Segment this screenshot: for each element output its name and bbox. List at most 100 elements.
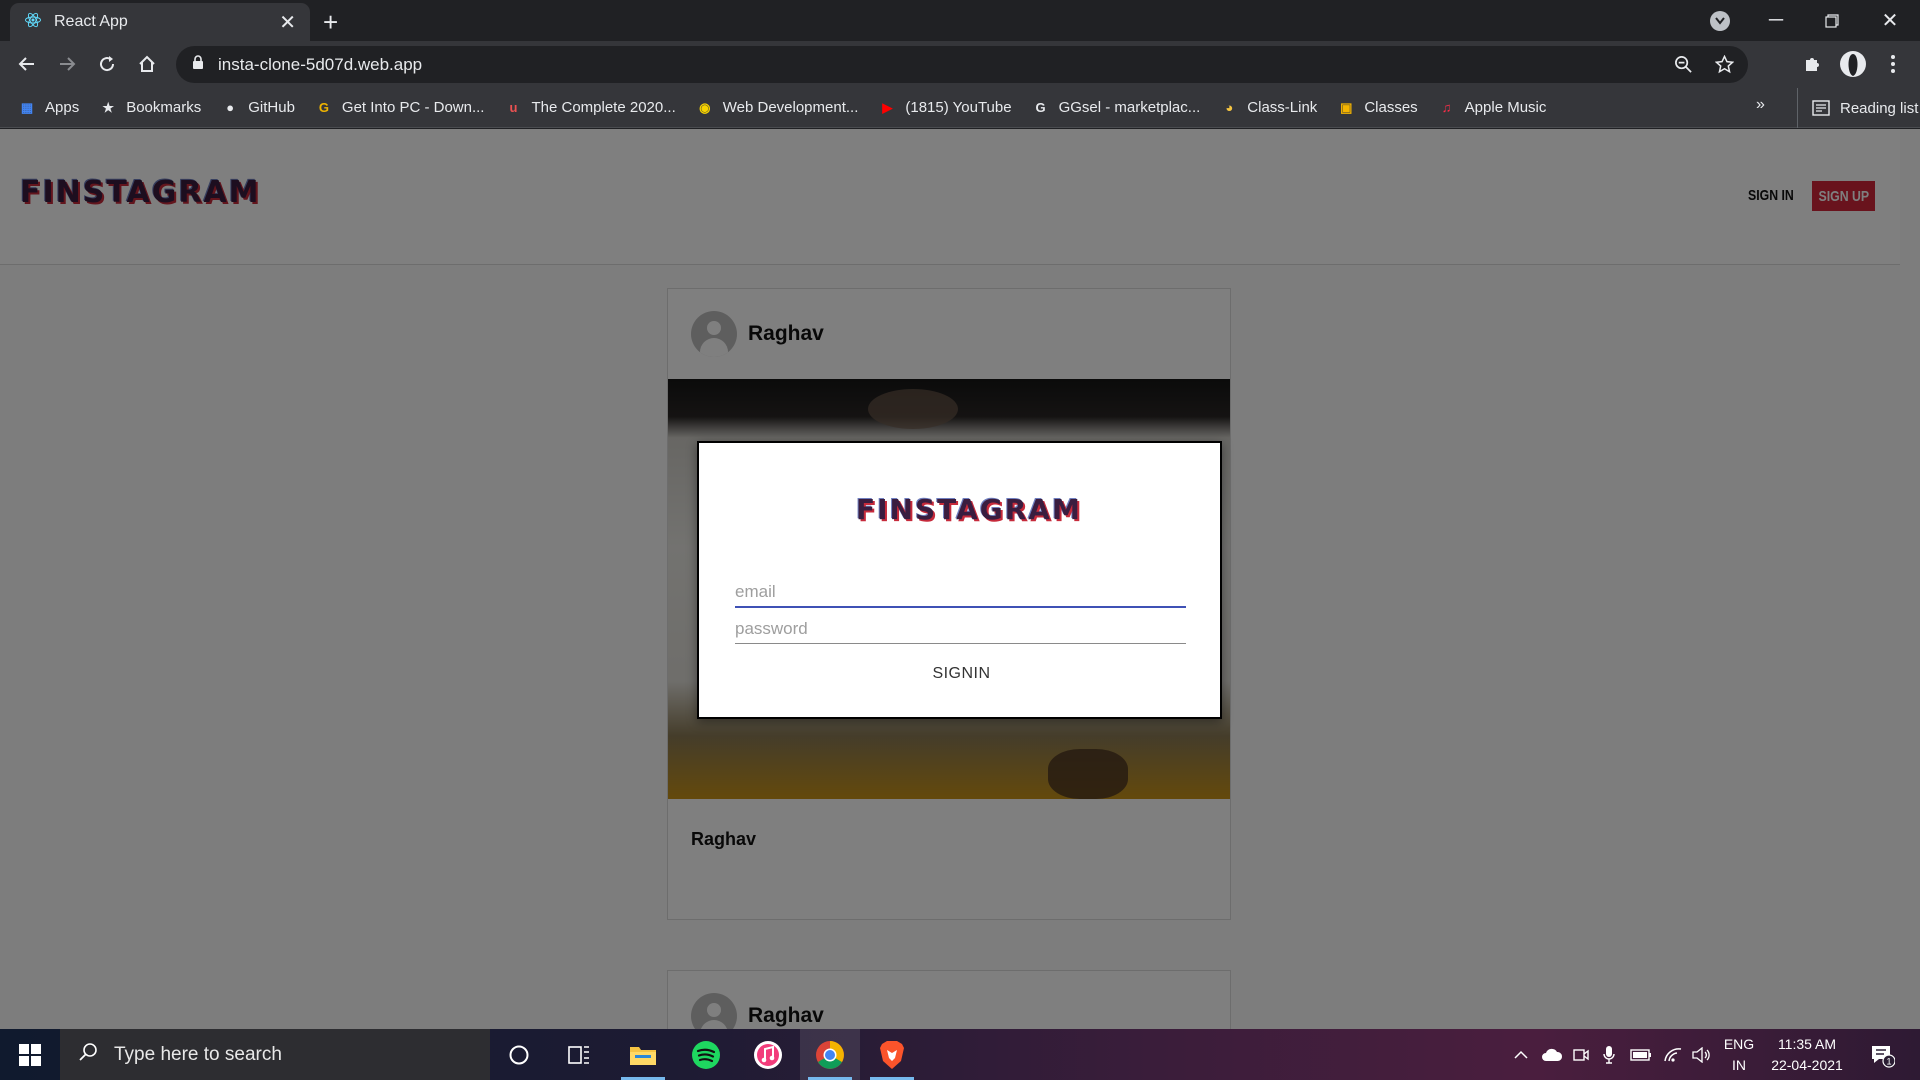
zoom-icon[interactable] [1674,55,1693,79]
meet-now-icon [1573,1048,1589,1061]
bookmark-label: GGsel - marketplac... [1058,99,1201,116]
task-view-button[interactable] [549,1029,609,1080]
close-window-button[interactable]: ✕ [1862,0,1918,41]
meet-now-button[interactable] [1568,1029,1594,1080]
minimize-button[interactable]: ─ [1748,0,1804,41]
restore-button[interactable] [1804,0,1860,41]
email-field[interactable] [735,578,1186,606]
itunes-button[interactable] [738,1029,798,1080]
reading-list-button[interactable]: Reading list [1797,88,1918,128]
brave-icon [880,1040,904,1069]
url-text: insta-clone-5d07d.web.app [218,54,423,74]
bookmark-item[interactable]: ♫ Apple Music [1438,99,1547,117]
bookmark-item[interactable]: ▦ Apps [18,99,79,117]
bookmark-item[interactable]: G Get Into PC - Down... [315,99,485,117]
itunes-icon [754,1040,782,1069]
new-tab-button[interactable]: + [323,7,338,38]
reload-button[interactable] [90,47,124,81]
bookmark-item[interactable]: ◕ Class-Link [1220,99,1317,117]
file-explorer-button[interactable] [613,1029,673,1080]
back-button[interactable] [10,47,44,81]
volume-button[interactable] [1688,1029,1714,1080]
restore-icon [1825,13,1839,28]
tab-react-app[interactable]: React App ✕ [10,3,310,41]
reading-list-icon [1812,100,1830,116]
bookmark-item[interactable]: ◉ Web Development... [696,99,859,117]
bookmark-item[interactable]: G GGsel - marketplac... [1032,99,1201,117]
windows-logo-icon [19,1043,41,1066]
bookmark-item[interactable]: ● GitHub [221,99,295,117]
reading-list-label: Reading list [1840,99,1919,117]
web-dev-icon: ◉ [699,99,711,115]
chrome-button[interactable] [800,1029,860,1080]
cortana-button[interactable] [489,1029,549,1080]
chrome-menu-button[interactable] [1876,47,1910,81]
forward-button[interactable] [50,47,84,81]
bookmark-label: Get Into PC - Down... [341,99,485,116]
bookmark-label: Apple Music [1464,99,1547,116]
tab-search-button[interactable] [1710,11,1730,31]
signin-submit-button[interactable]: SIGNIN [899,657,1024,691]
signin-modal: FINSTAGRAM SIGNIN [697,441,1222,719]
bookmark-label: GitHub [248,99,295,116]
email-field-wrapper [735,578,1186,608]
bookmark-label: Apps [45,99,80,116]
region-code: IN [1732,1057,1746,1073]
password-field[interactable] [735,614,1186,643]
tab-strip: React App ✕ + ─ ✕ [0,0,1920,41]
cloud-icon [1542,1048,1563,1061]
language-code: ENG [1723,1036,1755,1052]
onedrive-button[interactable] [1538,1029,1566,1080]
taskbar-clock[interactable]: 11:35 AM 22-04-2021 [1762,1034,1852,1076]
extensions-button[interactable] [1796,47,1830,81]
bookmark-label: (1815) YouTube [905,99,1012,116]
lock-icon [192,54,204,75]
wifi-button[interactable] [1660,1029,1686,1080]
clock-time: 11:35 AM [1777,1036,1837,1052]
taskbar-search-box[interactable]: Type here to search [60,1029,490,1080]
action-center-button[interactable]: 1 [1862,1029,1902,1080]
notification-count: 1 [1886,1056,1891,1066]
class-link-icon: ◕ [1225,100,1234,115]
avatar-icon [1840,51,1866,77]
bookmark-item[interactable]: ▶ (1815) YouTube [878,99,1011,117]
bookmark-label: Class-Link [1247,99,1318,116]
close-tab-icon[interactable]: ✕ [279,10,296,35]
bookmark-label: Bookmarks [126,99,202,116]
star-icon: ★ [102,99,115,115]
bookmark-label: Web Development... [722,99,859,116]
tab-title: React App [54,13,128,30]
battery-button[interactable] [1627,1029,1655,1080]
spotify-icon [692,1040,720,1069]
address-bar[interactable]: insta-clone-5d07d.web.app [176,46,1748,83]
bookmark-item[interactable]: u The Complete 2020... [504,99,676,117]
start-button[interactable] [0,1029,60,1080]
getintopc-icon: G [318,100,329,115]
microphone-button[interactable] [1597,1029,1621,1080]
github-icon: ● [226,100,235,115]
bookmarks-bar: ▦ Apps ★ Bookmarks ● GitHub G Get Into PC - Dow… [0,88,1920,128]
bookmark-star-icon[interactable] [1714,54,1735,79]
modal-logo: FINSTAGRAM [856,493,1082,526]
profile-button[interactable] [1836,47,1870,81]
speaker-icon [1692,1046,1710,1063]
microphone-icon [1603,1045,1615,1064]
bookmarks-overflow-button[interactable]: » [1756,96,1765,114]
bookmark-label: The Complete 2020... [531,99,676,116]
password-field-wrapper [735,614,1186,644]
bookmark-item[interactable]: ▣ Classes [1337,99,1418,117]
classroom-icon: ▣ [1340,99,1353,115]
input-language[interactable]: ENG IN [1718,1034,1760,1076]
battery-icon [1630,1048,1651,1061]
cortana-icon [509,1045,529,1064]
reload-icon [100,56,115,72]
spotify-button[interactable] [676,1029,736,1080]
arrow-left-icon [18,57,34,71]
bookmark-item[interactable]: ★ Bookmarks [99,99,201,117]
wifi-icon [1664,1047,1682,1062]
brave-button[interactable] [862,1029,922,1080]
page-viewport: FINSTAGRAM SIGN IN SIGN UP Raghav Raghav… [0,129,1920,1029]
home-button[interactable] [130,47,164,81]
folder-icon [630,1046,656,1065]
tray-chevron-button[interactable] [1508,1029,1534,1080]
